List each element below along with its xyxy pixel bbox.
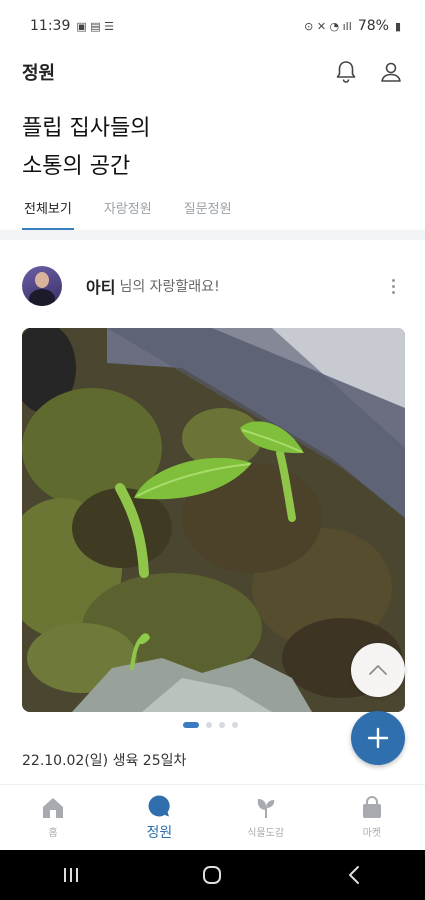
- bell-icon[interactable]: [335, 60, 357, 84]
- home-icon: [43, 798, 64, 818]
- status-left: 11:39 ▣ ▤ ☰: [30, 18, 114, 34]
- tab-all[interactable]: 전체보기: [22, 192, 74, 230]
- recent-apps-icon: [63, 868, 78, 882]
- scroll-to-top-button[interactable]: [351, 643, 405, 697]
- recent-apps-button[interactable]: [41, 866, 101, 884]
- headline-line-2: 소통의 공간: [22, 154, 131, 179]
- leaf-icon: [257, 799, 274, 818]
- chevron-up-icon: [369, 665, 387, 675]
- nav-label-home: 홈: [48, 828, 58, 839]
- nav-market[interactable]: 마켓: [319, 785, 425, 850]
- post-image[interactable]: [22, 328, 405, 712]
- chat-bubble-icon: [148, 794, 171, 816]
- garden-tabs: 전체보기 자랑정원 질문정원: [22, 192, 234, 230]
- status-time: 11:39: [30, 18, 71, 34]
- section-divider: [0, 230, 425, 240]
- back-chevron-icon: [349, 866, 360, 884]
- page-title: 정원: [22, 63, 56, 84]
- nav-plant-guide[interactable]: 식물도감: [213, 785, 319, 850]
- pager-dot[interactable]: [232, 722, 238, 728]
- plant-photo: [22, 328, 405, 712]
- tab-boast-garden[interactable]: 자랑정원: [102, 192, 154, 230]
- system-navigation-bar: [0, 850, 425, 900]
- tab-question-garden[interactable]: 질문정원: [182, 192, 234, 230]
- nav-label-market: 마켓: [362, 828, 382, 839]
- avatar[interactable]: [22, 266, 62, 306]
- profile-icon[interactable]: [379, 60, 403, 84]
- bottom-navigation: 홈 정원 식물도감 마켓: [0, 784, 425, 850]
- post-author-suffix: 님의 자랑할래요!: [119, 279, 220, 295]
- plus-icon: [367, 727, 389, 749]
- post-header: 아티 님의 자랑할래요!: [0, 262, 425, 310]
- signal-icons: ⊙ ✕ ◔ ıll: [304, 19, 352, 33]
- pager-dot[interactable]: [206, 722, 212, 728]
- battery-icon: ▮: [394, 19, 401, 33]
- back-button[interactable]: [324, 865, 384, 885]
- shopping-bag-icon: [362, 796, 381, 818]
- home-circle-icon: [203, 866, 222, 884]
- nav-label-garden: 정원: [146, 824, 173, 841]
- headline-line-1: 플립 집사들의: [22, 116, 151, 141]
- battery-percent: 78%: [357, 18, 389, 34]
- home-button[interactable]: [182, 864, 242, 886]
- app-header: 정원: [0, 52, 425, 92]
- more-options-button[interactable]: [383, 278, 403, 294]
- more-dot-icon: [391, 290, 395, 294]
- more-dot-icon: [391, 278, 395, 282]
- add-post-button[interactable]: [351, 711, 405, 765]
- notification-icons: ▣ ▤ ☰: [76, 19, 114, 33]
- page-headline: 플립 집사들의 소통의 공간: [22, 110, 150, 186]
- status-bar: 11:39 ▣ ▤ ☰ ⊙ ✕ ◔ ıll 78% ▮: [0, 0, 425, 52]
- header-actions: [335, 60, 403, 84]
- image-pager: [183, 722, 238, 728]
- nav-home[interactable]: 홈: [0, 785, 106, 850]
- more-dot-icon: [391, 284, 395, 288]
- post-date: 22.10.02(일) 생육 25일차: [22, 753, 187, 769]
- nav-garden[interactable]: 정원: [106, 785, 212, 850]
- nav-label-plant-guide: 식물도감: [247, 828, 285, 839]
- pager-dot[interactable]: [219, 722, 225, 728]
- status-right: ⊙ ✕ ◔ ıll 78% ▮: [304, 18, 401, 34]
- post-author-name[interactable]: 아티: [86, 274, 115, 298]
- pager-dot-active[interactable]: [183, 722, 199, 728]
